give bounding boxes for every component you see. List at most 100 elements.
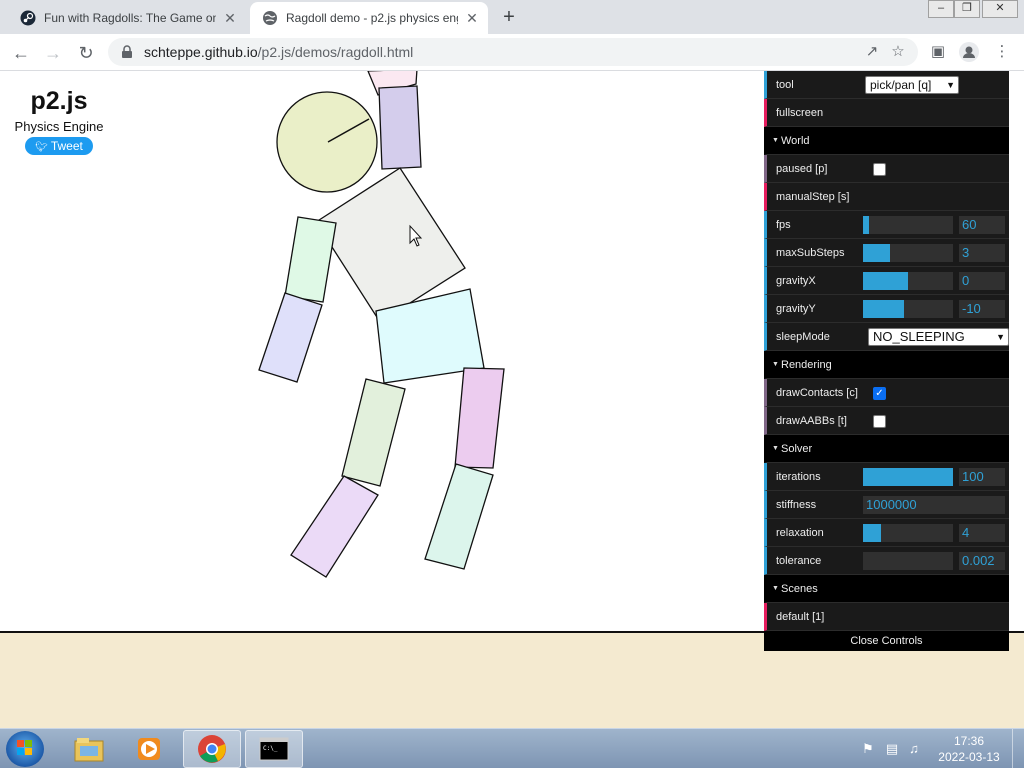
folder-scenes[interactable]: ▼ Scenes [764,575,1009,603]
system-clock[interactable]: 17:36 2022-03-13 [935,733,1003,765]
fullscreen-button[interactable]: fullscreen [764,99,1009,127]
iterations-input[interactable]: 100 [959,468,1005,486]
manual-step-button[interactable]: manualStep [s] [764,183,1009,211]
gravity-x-input[interactable]: 0 [959,272,1005,290]
command-prompt-icon: C:\_ [259,737,289,761]
taskbar-chrome[interactable] [183,730,241,768]
close-window-button[interactable]: ✕ [982,0,1018,18]
paused-checkbox[interactable] [873,163,886,176]
taskbar-command-prompt[interactable]: C:\_ [245,730,303,768]
ragdoll-lower-leg-left[interactable] [290,475,379,578]
stiffness-input[interactable]: 1000000 [863,496,1005,514]
fps-slider[interactable] [863,216,953,234]
draw-contacts-checkbox[interactable]: ✓ [873,387,886,400]
gravity-y-label: gravityY [776,302,816,315]
windows-taskbar: C:\_ ⚑ ▤ ♫ 17:36 2022-03-13 [0,728,1024,769]
taskbar-explorer[interactable] [60,730,118,768]
ragdoll-scene[interactable] [0,71,760,631]
paused-row: paused [p] [764,155,1009,183]
back-arrow-icon[interactable]: ← [8,40,34,66]
logo-subtitle: Physics Engine [14,119,104,134]
network-icon[interactable]: ▤ [884,741,900,757]
ragdoll-upper-leg-right[interactable] [454,367,505,469]
iterations-label: iterations [776,470,821,483]
profile-avatar-icon[interactable] [957,40,981,64]
folder-world[interactable]: ▼ World [764,127,1009,155]
relaxation-slider[interactable] [863,524,953,542]
relaxation-label: relaxation [776,526,824,539]
close-tab-icon[interactable]: ✕ [222,10,238,27]
folder-rendering[interactable]: ▼ Rendering [764,351,1009,379]
relaxation-input[interactable]: 4 [959,524,1005,542]
share-icon[interactable]: ↗ [860,40,884,64]
ragdoll-lower-leg-right[interactable] [424,463,494,570]
clock-date: 2022-03-13 [938,750,1000,764]
sleep-mode-select[interactable]: NO_SLEEPING ▼ [868,328,1009,346]
fps-label: fps [776,218,791,231]
max-sub-steps-row: maxSubSteps 3 [764,239,1009,267]
logo-title: p2.js [30,87,88,115]
gravity-x-slider[interactable] [863,272,953,290]
close-controls-button[interactable]: Close Controls [764,631,1009,651]
chrome-icon [198,735,226,763]
show-desktop-button[interactable] [1012,729,1024,769]
tolerance-label: tolerance [776,554,822,567]
menu-kebab-icon[interactable]: ⋮ [990,40,1014,64]
folder-rendering-label: Rendering [781,358,832,371]
page-content: p2.js Physics Engine 🐦︎ Tweet tool pick/p… [0,71,1024,728]
ragdoll-upper-arm-left[interactable] [284,216,337,303]
ragdoll-head[interactable] [276,91,378,193]
tolerance-input[interactable]: 0.002 [959,552,1005,570]
ragdoll-upper-leg-left[interactable] [341,378,406,487]
close-tab-icon[interactable]: ✕ [464,10,480,27]
chevron-down-icon: ▼ [996,332,1005,342]
relaxation-row: relaxation 4 [764,519,1009,547]
draw-contacts-label: drawContacts [c] [776,386,858,399]
tool-select[interactable]: pick/pan [q] ▼ [865,76,959,94]
reload-icon[interactable]: ↻ [73,40,99,66]
max-sub-steps-input[interactable]: 3 [959,244,1005,262]
action-center-flag-icon[interactable]: ⚑ [860,741,876,757]
scene-default-button[interactable]: default [1] [764,603,1009,631]
tool-label: tool [776,78,794,91]
forward-arrow-icon[interactable]: → [40,40,66,66]
tool-select-value: pick/pan [q] [870,78,932,92]
gravity-y-slider[interactable] [863,300,953,318]
paused-label: paused [p] [776,162,828,175]
sleep-mode-label: sleepMode [776,330,830,343]
folder-caret-icon: ▼ [772,445,779,452]
tab-title: Ragdoll demo - p2.js physics eng [286,11,458,25]
windows-start-button[interactable] [6,731,44,767]
fps-input[interactable]: 60 [959,216,1005,234]
address-bar[interactable]: schteppe.github.io/p2.js/demos/ragdoll.h… [108,38,918,66]
draw-aabbs-checkbox[interactable] [873,415,886,428]
stiffness-label: stiffness [776,498,817,511]
bookmark-star-icon[interactable]: ☆ [886,40,910,64]
steam-icon [20,10,36,26]
folder-caret-icon: ▼ [772,137,779,144]
tolerance-slider[interactable] [863,552,953,570]
gravity-y-input[interactable]: -10 [959,300,1005,318]
tool-row: tool pick/pan [q] ▼ [764,71,1009,99]
draw-aabbs-row: drawAABBs [t] [764,407,1009,435]
volume-icon[interactable]: ♫ [906,741,922,757]
restore-window-button[interactable]: ❐ [954,0,980,18]
side-panel-icon[interactable]: ▣ [926,40,950,64]
windows-logo-icon [17,740,32,755]
tab-fun-with-ragdolls[interactable]: Fun with Ragdolls: The Game on ✕ [8,2,246,34]
sleep-mode-row: sleepMode NO_SLEEPING ▼ [764,323,1009,351]
folder-solver-label: Solver [781,442,813,455]
max-sub-steps-slider[interactable] [863,244,953,262]
new-tab-button[interactable]: + [496,6,522,28]
fullscreen-label: fullscreen [776,106,824,119]
tab-ragdoll-demo[interactable]: Ragdoll demo - p2.js physics eng ✕ [250,2,488,34]
url-path: /p2.js/demos/ragdoll.html [257,44,414,60]
ragdoll-lower-arm-left[interactable] [258,292,323,383]
iterations-slider[interactable] [863,468,953,486]
taskbar-media-player[interactable] [120,730,178,768]
ragdoll-upper-arm-right[interactable] [378,85,422,170]
folder-solver[interactable]: ▼ Solver [764,435,1009,463]
minimize-window-button[interactable]: – [928,0,954,18]
clock-time: 17:36 [953,734,985,748]
tweet-button[interactable]: 🐦︎ Tweet [25,137,93,155]
